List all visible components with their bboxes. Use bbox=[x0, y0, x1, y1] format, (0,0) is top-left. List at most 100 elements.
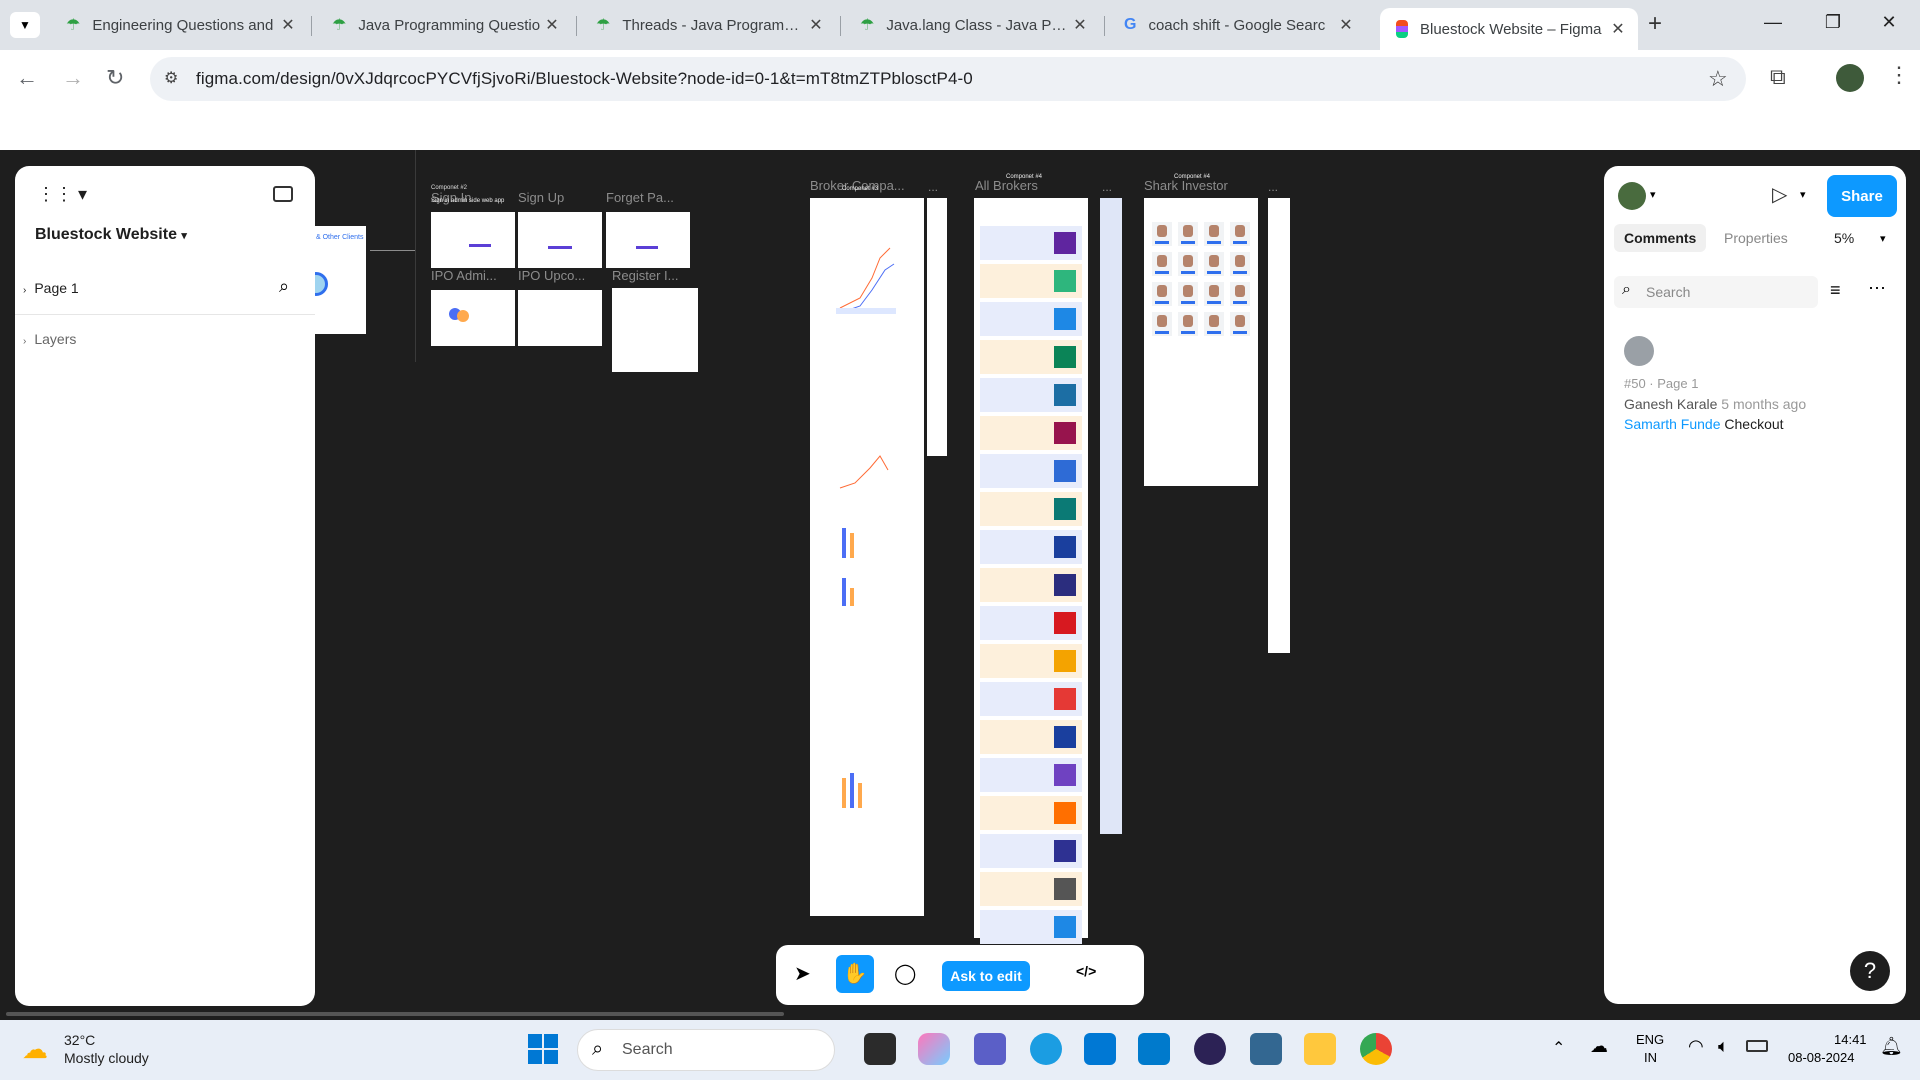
chevron-down-icon[interactable]: ▾ bbox=[1800, 188, 1806, 201]
broker-logo bbox=[1054, 726, 1076, 748]
forward-icon[interactable]: → bbox=[62, 65, 84, 91]
more-icon[interactable]: ⋯ bbox=[1868, 278, 1886, 299]
eclipse-icon[interactable] bbox=[1194, 1033, 1226, 1065]
restore-button[interactable]: ❐ bbox=[1810, 12, 1856, 33]
wifi-icon[interactable]: ◠ bbox=[1688, 1036, 1704, 1057]
profile-avatar[interactable] bbox=[1836, 64, 1864, 92]
ipo-upcoming-frame[interactable] bbox=[518, 290, 602, 346]
layers-label: Layers bbox=[34, 331, 77, 347]
horizontal-scrollbar[interactable] bbox=[6, 1012, 784, 1016]
tab-java-lang-class[interactable]: ☂ Java.lang Class - Java Prog ✕ bbox=[844, 8, 1100, 42]
figma-menu-icon[interactable]: ⋮⋮ ▾ bbox=[37, 184, 87, 205]
layers-section[interactable]: › Layers bbox=[23, 331, 76, 347]
dev-mode-icon[interactable]: </> bbox=[1076, 963, 1096, 979]
page-item[interactable]: › Page 1 bbox=[23, 280, 79, 296]
weather-icon[interactable]: ☁ bbox=[22, 1034, 48, 1065]
teams-icon[interactable] bbox=[974, 1033, 1006, 1065]
tab-search-button[interactable]: ▼ bbox=[10, 12, 40, 38]
clock-date[interactable]: 08-08-2024 bbox=[1788, 1050, 1855, 1065]
vscode-icon[interactable] bbox=[1138, 1033, 1170, 1065]
close-icon[interactable]: ✕ bbox=[278, 15, 298, 35]
ask-to-edit-button[interactable]: Ask to edit bbox=[942, 961, 1030, 991]
windows-start-icon[interactable] bbox=[528, 1034, 558, 1064]
back-icon[interactable]: ← bbox=[16, 65, 38, 91]
broker-compare-frame[interactable] bbox=[810, 198, 924, 916]
comment-item[interactable]: #50 · Page 1 Ganesh Karale 5 months ago … bbox=[1624, 336, 1894, 436]
file-explorer-icon[interactable] bbox=[1304, 1033, 1336, 1065]
chrome-icon[interactable] bbox=[1360, 1033, 1392, 1065]
clock-time[interactable]: 14:41 bbox=[1834, 1032, 1867, 1047]
ipo-admin-frame[interactable] bbox=[431, 290, 515, 346]
web-app-note: Sign in admin side web app bbox=[431, 198, 505, 204]
search-icon[interactable]: ⌕ bbox=[279, 276, 289, 297]
minimize-button[interactable]: — bbox=[1750, 12, 1796, 33]
frame-more-icon[interactable]: ... bbox=[928, 180, 938, 194]
frame-more-icon[interactable]: ... bbox=[1102, 180, 1112, 194]
chevron-down-icon[interactable]: ▾ bbox=[1650, 188, 1656, 201]
comment-search-input[interactable]: ⌕ Search bbox=[1614, 276, 1818, 308]
close-icon[interactable]: ✕ bbox=[542, 15, 562, 35]
help-button[interactable]: ? bbox=[1850, 951, 1890, 991]
sign-up-frame[interactable] bbox=[518, 212, 602, 268]
notification-bell-icon[interactable]: 🔔︎ bbox=[1880, 1036, 1903, 1057]
broker-logo bbox=[1054, 346, 1076, 368]
chevron-down-icon[interactable]: ▾ bbox=[1880, 232, 1886, 245]
file-name-dropdown[interactable]: Bluestock Website ▾ bbox=[35, 226, 187, 244]
task-view-icon[interactable] bbox=[864, 1033, 896, 1065]
all-brokers-frame[interactable] bbox=[974, 198, 1088, 944]
sign-in-frame[interactable] bbox=[431, 212, 515, 268]
forget-password-frame[interactable] bbox=[606, 212, 690, 268]
extensions-icon[interactable]: ⧉ bbox=[1770, 64, 1786, 90]
copilot-icon[interactable] bbox=[918, 1033, 950, 1065]
broker-compare-side-frame[interactable] bbox=[927, 198, 947, 456]
shark-investor-side-frame[interactable] bbox=[1268, 198, 1290, 653]
url-text[interactable]: figma.com/design/0vXJdqrcocPYCVfjSjvoRi/… bbox=[196, 69, 973, 89]
hand-tool-icon[interactable]: ✋ bbox=[836, 955, 874, 993]
reload-icon[interactable]: ↻ bbox=[106, 65, 124, 91]
close-icon[interactable]: ✕ bbox=[1336, 15, 1356, 35]
broker-card bbox=[980, 606, 1082, 640]
battery-icon[interactable] bbox=[1746, 1040, 1768, 1052]
toggle-sidebar-icon[interactable] bbox=[273, 186, 293, 202]
investor-photo bbox=[1235, 255, 1245, 267]
bookmark-star-icon[interactable]: ☆ bbox=[1708, 66, 1728, 92]
new-tab-button[interactable]: + bbox=[1648, 10, 1662, 38]
chevron-up-icon[interactable]: ⌃ bbox=[1552, 1038, 1565, 1058]
tab-properties[interactable]: Properties bbox=[1714, 224, 1798, 252]
comment-tool-icon[interactable]: ◯ bbox=[894, 961, 916, 986]
zoom-level[interactable]: 5% bbox=[1824, 224, 1864, 252]
share-button[interactable]: Share bbox=[1827, 175, 1897, 217]
language-indicator[interactable]: ENG bbox=[1636, 1032, 1664, 1047]
site-info-icon[interactable]: ⚙ bbox=[164, 68, 178, 88]
filter-icon[interactable]: ≡ bbox=[1830, 280, 1841, 301]
edge-icon[interactable] bbox=[1030, 1033, 1062, 1065]
close-icon[interactable]: ✕ bbox=[1070, 15, 1090, 35]
close-icon[interactable]: ✕ bbox=[806, 15, 826, 35]
play-icon[interactable]: ▷ bbox=[1772, 182, 1787, 207]
tab-java-programming-questions[interactable]: ☂ Java Programming Questio ✕ bbox=[316, 8, 572, 42]
all-brokers-side-frame[interactable] bbox=[1100, 198, 1122, 834]
tab-engineering-questions[interactable]: ☂ Engineering Questions and ✕ bbox=[50, 8, 308, 42]
store-icon[interactable] bbox=[1084, 1033, 1116, 1065]
close-window-button[interactable]: ✕ bbox=[1866, 12, 1912, 33]
move-tool-icon[interactable]: ➤ bbox=[794, 961, 811, 986]
register-frame[interactable] bbox=[612, 288, 698, 372]
investor-photo bbox=[1235, 225, 1245, 237]
network-status-icon[interactable]: ☁ bbox=[1590, 1036, 1608, 1057]
tab-comments[interactable]: Comments bbox=[1614, 224, 1707, 252]
tab-threads-java[interactable]: ☂ Threads - Java Programmin ✕ bbox=[580, 8, 836, 42]
volume-icon[interactable]: 🔈︎ bbox=[1718, 1036, 1729, 1057]
address-bar[interactable]: ⚙ figma.com/design/0vXJdqrcocPYCVfjSjvoR… bbox=[150, 57, 1746, 101]
windows-taskbar: ☁ 32°C Mostly cloudy ⌕ Search ⌃ ☁ ENG IN… bbox=[0, 1020, 1920, 1080]
taskbar-search-input[interactable]: ⌕ Search bbox=[577, 1029, 835, 1071]
postgres-icon[interactable] bbox=[1250, 1033, 1282, 1065]
broker-card bbox=[980, 910, 1082, 944]
user-avatar[interactable] bbox=[1618, 182, 1646, 210]
tab-google-search[interactable]: G coach shift - Google Searc ✕ bbox=[1108, 8, 1366, 42]
comment-mention[interactable]: Samarth Funde bbox=[1624, 416, 1721, 432]
tab-bluestock-figma[interactable]: Bluestock Website – Figma ✕ bbox=[1380, 8, 1638, 50]
frame-more-icon[interactable]: ... bbox=[1268, 180, 1278, 194]
shark-investor-frame[interactable] bbox=[1144, 198, 1258, 486]
browser-menu-icon[interactable]: ⋮ bbox=[1888, 62, 1910, 88]
close-icon[interactable]: ✕ bbox=[1608, 19, 1628, 39]
